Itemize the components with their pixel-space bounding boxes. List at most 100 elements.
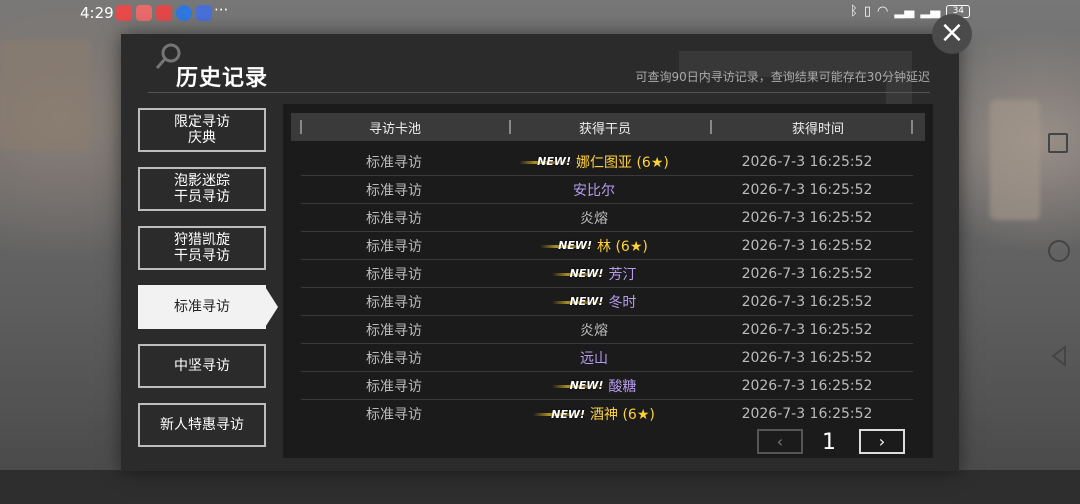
cell-time: 2026-7-3 16:25:52 [741, 181, 873, 198]
cell-operator: NEW! 冬时 [487, 292, 701, 312]
tab-bubble-mystery[interactable]: 泡影迷踪 干员寻访 [138, 167, 266, 211]
tab-label-line2: 庆典 [188, 130, 216, 146]
back-icon[interactable] [1048, 345, 1070, 367]
app-notification-icon [196, 5, 212, 21]
cell-time: 2026-7-3 16:25:52 [741, 293, 873, 310]
new-badge: NEW! [551, 267, 606, 280]
bulb-icon [176, 5, 192, 21]
status-bar: 4:29 ··· ᛒ ▯ ◠ ▂▄ ▂▄ 34 [0, 0, 1080, 26]
operator-name: 安比尔 [573, 182, 615, 199]
tab-standard[interactable]: 标准寻访 [138, 285, 278, 329]
new-badge: NEW! [540, 239, 595, 252]
new-badge: NEW! [533, 407, 588, 421]
tab-label-line2: 干员寻访 [174, 189, 230, 205]
notification-icons [116, 5, 212, 21]
vibrate-icon: ▯ [863, 4, 871, 19]
new-badge: NEW! [551, 295, 606, 308]
tab-label: 泡影迷踪 [174, 173, 230, 189]
recent-apps-icon[interactable] [1048, 133, 1068, 153]
divider [148, 92, 930, 93]
cell-pool: 标准寻访 [366, 238, 422, 255]
operator-name: 酸糖 [608, 378, 637, 395]
table-row: 标准寻访 远山 2026-7-3 16:25:52 [301, 344, 913, 372]
header-separator [911, 120, 913, 134]
operator-name: 娜仁图亚 (6★) [576, 154, 669, 171]
wifi-icon: ◠ [876, 4, 889, 19]
app-notification-icon [116, 5, 132, 21]
cell-pool: 标准寻访 [366, 210, 422, 227]
background-blob [0, 40, 90, 150]
app-notification-icon [136, 5, 152, 21]
operator-name: 炎熔 [580, 210, 608, 227]
background-bottom-strip [0, 470, 1080, 504]
signal-icon: ▂▄ [920, 4, 941, 19]
cell-pool: 标准寻访 [366, 322, 422, 339]
table-row: 标准寻访 NEW! 林 (6★) 2026-7-3 16:25:52 [301, 232, 913, 260]
cell-operator: NEW! 酒神 (6★) [487, 404, 701, 424]
cell-operator: 安比尔 [487, 180, 701, 200]
cell-pool: 标准寻访 [366, 154, 422, 171]
dialog-subtitle: 可查询90日内寻访记录，查询结果可能存在30分钟延迟 [635, 70, 930, 84]
cell-operator: NEW! 娜仁图亚 (6★) [487, 152, 701, 172]
table-header: 寻访卡池 获得干员 获得时间 [291, 113, 925, 141]
cell-operator: NEW! 芳汀 [487, 264, 701, 284]
operator-name: 芳汀 [608, 266, 637, 283]
column-header-time: 获得时间 [791, 121, 844, 137]
operator-name: 酒神 (6★) [590, 407, 655, 423]
cell-time: 2026-7-3 16:25:52 [741, 406, 873, 422]
operator-name: 冬时 [608, 294, 637, 311]
operator-name: 炎熔 [580, 322, 608, 339]
tab-label: 新人特惠寻访 [160, 417, 244, 433]
app-notification-icon [156, 5, 172, 21]
operator-name: 远山 [580, 350, 608, 367]
table-row: 标准寻访 安比尔 2026-7-3 16:25:52 [301, 176, 913, 204]
tab-limited-celebration[interactable]: 限定寻访 庆典 [138, 108, 266, 152]
column-header-pool: 寻访卡池 [368, 121, 421, 137]
bluetooth-icon: ᛒ [850, 4, 858, 19]
cell-operator: NEW! 林 (6★) [487, 236, 701, 256]
cell-pool: 标准寻访 [366, 407, 422, 423]
cell-operator: 炎熔 [487, 320, 701, 340]
cell-time: 2026-7-3 16:25:52 [741, 377, 873, 394]
tab-label: 限定寻访 [174, 114, 230, 130]
next-page-button[interactable]: › [859, 429, 905, 454]
tab-label: 标准寻访 [174, 299, 230, 315]
dialog-title: 历史记录 [176, 66, 269, 91]
prev-page-button[interactable]: ‹ [757, 429, 803, 454]
cell-time: 2026-7-3 16:25:52 [741, 209, 873, 226]
background-blob [990, 100, 1040, 220]
signal-icon: ▂▄ [894, 4, 915, 19]
table-row: 标准寻访 炎熔 2026-7-3 16:25:52 [301, 316, 913, 344]
new-badge: NEW! [519, 155, 574, 168]
table-row: 标准寻访 NEW! 娜仁图亚 (6★) 2026-7-3 16:25:52 [301, 148, 913, 176]
tab-hunting-triumph[interactable]: 狩猎凯旋 干员寻访 [138, 226, 266, 270]
table-row: 标准寻访 NEW! 酸糖 2026-7-3 16:25:52 [301, 372, 913, 400]
cell-pool: 标准寻访 [366, 182, 422, 199]
table-row: 标准寻访 NEW! 冬时 2026-7-3 16:25:52 [301, 288, 913, 316]
tab-kernel[interactable]: 中坚寻访 [138, 344, 266, 388]
cell-time: 2026-7-3 16:25:52 [741, 153, 873, 170]
tab-label: 中坚寻访 [174, 358, 230, 374]
tab-newbie-special[interactable]: 新人特惠寻访 [138, 403, 266, 447]
status-time: 4:29 [80, 4, 114, 22]
table-row: 标准寻访 NEW! 酒神 (6★) 2026-7-3 16:25:52 [301, 400, 913, 428]
tab-label: 狩猎凯旋 [174, 232, 230, 248]
operator-name: 林 (6★) [597, 238, 648, 255]
more-notifications-icon: ··· [214, 1, 229, 19]
new-badge: NEW! [551, 379, 606, 392]
cell-time: 2026-7-3 16:25:52 [741, 349, 873, 366]
cell-time: 2026-7-3 16:25:52 [741, 237, 873, 254]
close-button[interactable]: × [932, 14, 972, 54]
home-icon[interactable] [1048, 240, 1070, 262]
records-list: 标准寻访 NEW! 娜仁图亚 (6★) 2026-7-3 16:25:52 标准寻访 安比… [301, 148, 913, 428]
cell-pool: 标准寻访 [366, 266, 422, 283]
cell-operator: NEW! 酸糖 [487, 376, 701, 396]
table-row: 标准寻访 炎熔 2026-7-3 16:25:52 [301, 204, 913, 232]
column-header-operator: 获得干员 [578, 121, 631, 137]
cell-pool: 标准寻访 [366, 294, 422, 311]
cell-operator: 炎熔 [487, 208, 701, 228]
cell-pool: 标准寻访 [366, 378, 422, 395]
navigation-bar [1040, 0, 1080, 504]
table-row: 标准寻访 NEW! 芳汀 2026-7-3 16:25:52 [301, 260, 913, 288]
cell-time: 2026-7-3 16:25:52 [741, 265, 873, 282]
